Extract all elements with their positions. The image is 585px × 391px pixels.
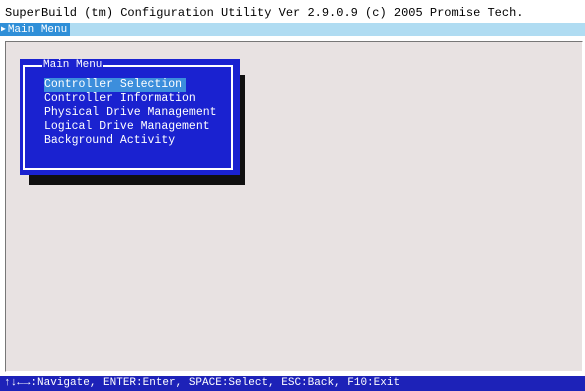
menu-row: Controller Information bbox=[44, 92, 220, 106]
menu-item-controller-information[interactable]: Controller Information bbox=[44, 92, 220, 106]
menu-list: Controller Selection Controller Informat… bbox=[44, 77, 220, 148]
breadcrumb: ▶ Main Menu bbox=[0, 23, 71, 36]
main-menu: Main Menu Controller Selection Controlle… bbox=[20, 59, 240, 175]
menu-item-logical-drive-management[interactable]: Logical Drive Management bbox=[44, 120, 220, 134]
breadcrumb-label: Main Menu bbox=[7, 24, 68, 36]
app-title: SuperBuild (tm) Configuration Utility Ve… bbox=[5, 6, 524, 20]
status-bar: ↑↓←→:Navigate, ENTER:Enter, SPACE:Select… bbox=[0, 376, 585, 391]
menu-item-physical-drive-management[interactable]: Physical Drive Management bbox=[44, 106, 220, 120]
menu-row: Logical Drive Management bbox=[44, 120, 220, 134]
menu-title: Main Menu bbox=[42, 59, 104, 72]
menu-item-background-activity[interactable]: Background Activity bbox=[44, 134, 220, 148]
menu-item-controller-selection[interactable]: Controller Selection bbox=[44, 78, 187, 92]
bios-screen: SuperBuild (tm) Configuration Utility Ve… bbox=[0, 0, 585, 391]
breadcrumb-bar: ▶ Main Menu bbox=[0, 23, 585, 36]
menu-row: Background Activity bbox=[44, 134, 220, 148]
menu-row: Physical Drive Management bbox=[44, 106, 220, 120]
right-triangle-icon: ▶ bbox=[1, 25, 6, 34]
menu-row: Controller Selection bbox=[44, 77, 220, 92]
